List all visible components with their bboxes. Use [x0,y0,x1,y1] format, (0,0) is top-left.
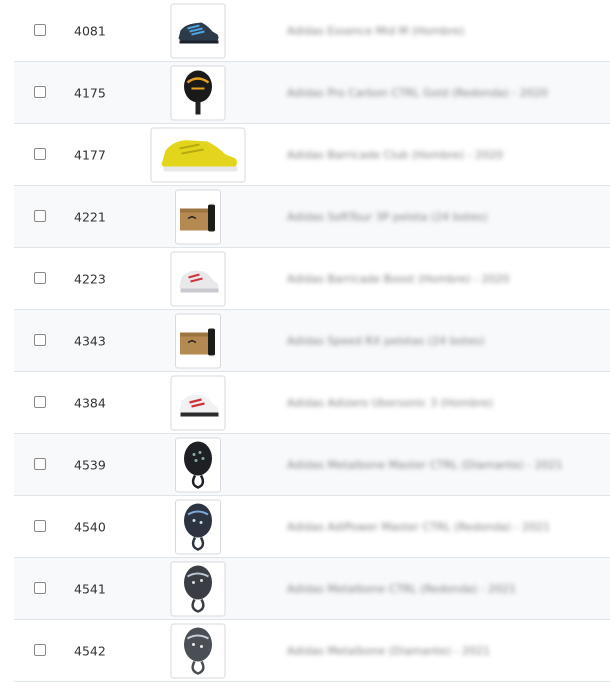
product-name: Adidas Adizero Ubersonic 3 (Hombre) [287,396,493,409]
table-row[interactable]: 4541 Adidas Metalbone CTRL (Redonda) - 2… [14,558,610,620]
row-checkbox[interactable] [34,23,46,36]
row-checkbox[interactable] [34,581,46,594]
table-row[interactable]: 4221 Adidas SoftTour 3P pelota (24 botes… [14,186,610,248]
product-name: Adidas Pro Carbon CTRL Gold (Redonda) - … [287,86,548,99]
product-name: Adidas Metalbone CTRL (Redonda) - 2021 [287,582,517,595]
sneaker-dark-blue-icon[interactable] [170,3,226,58]
table-row[interactable]: 4175 Adidas Pro Carbon CTRL Gold (Redond… [14,62,610,124]
product-id: 4343 [74,333,106,348]
sneaker-yellow-icon[interactable] [150,127,246,182]
product-name: Adidas Metalbone (Diamante) - 2021 [287,644,490,657]
product-id: 4223 [74,271,106,286]
row-checkbox[interactable] [34,395,46,408]
product-name: Adidas Barricade Club (Hombre) - 2020 [287,148,504,161]
product-table: 4081 Adidas Essence Mid M (Hombre) 4175 … [14,0,610,682]
table-row[interactable]: 4539 Adidas Metalbone Master CTRL (Diama… [14,434,610,496]
ball-box-icon[interactable] [175,313,221,368]
product-id: 4175 [74,85,106,100]
row-checkbox[interactable] [34,85,46,98]
product-id: 4081 [74,23,106,38]
table-row[interactable]: 4223 Adidas Barricade Boost (Hombre) - 2… [14,248,610,310]
product-id: 4539 [74,457,106,472]
product-id: 4540 [74,519,106,534]
product-id: 4177 [74,147,106,162]
row-checkbox[interactable] [34,333,46,346]
padel-racket-grey-icon[interactable] [170,561,226,616]
padel-racket-blue-icon[interactable] [175,499,221,554]
padel-racket-grey-icon[interactable] [170,623,226,678]
table-row[interactable]: 4177 Adidas Barricade Club (Hombre) - 20… [14,124,610,186]
padel-racket-black-gold-icon[interactable] [170,65,226,120]
product-name: Adidas Speed RX pelotas (24 botes) [287,334,485,347]
padel-racket-black-icon[interactable] [175,437,221,492]
row-checkbox[interactable] [34,209,46,222]
product-name: Adidas Barricade Boost (Hombre) - 2020 [287,272,510,285]
table-row[interactable]: 4081 Adidas Essence Mid M (Hombre) [14,0,610,62]
row-checkbox[interactable] [34,457,46,470]
sneaker-white-red-icon[interactable] [170,375,226,430]
row-checkbox[interactable] [34,519,46,532]
row-checkbox[interactable] [34,643,46,656]
product-name: Adidas SoftTour 3P pelota (24 botes) [287,210,488,223]
row-checkbox[interactable] [34,271,46,284]
product-id: 4384 [74,395,106,410]
sneaker-white-red-icon[interactable] [170,251,226,306]
product-id: 4542 [74,643,106,658]
product-name: Adidas Essence Mid M (Hombre) [287,24,465,37]
product-name: Adidas AdiPower Master CTRL (Redonda) - … [287,520,551,533]
row-checkbox[interactable] [34,147,46,160]
table-row[interactable]: 4542 Adidas Metalbone (Diamante) - 2021 [14,620,610,682]
table-row[interactable]: 4540 Adidas AdiPower Master CTRL (Redond… [14,496,610,558]
table-row[interactable]: 4343 Adidas Speed RX pelotas (24 botes) [14,310,610,372]
table-row[interactable]: 4384 Adidas Adizero Ubersonic 3 (Hombre) [14,372,610,434]
product-id: 4541 [74,581,106,596]
product-id: 4221 [74,209,106,224]
product-name: Adidas Metalbone Master CTRL (Diamante) … [287,458,563,471]
ball-box-icon[interactable] [175,189,221,244]
